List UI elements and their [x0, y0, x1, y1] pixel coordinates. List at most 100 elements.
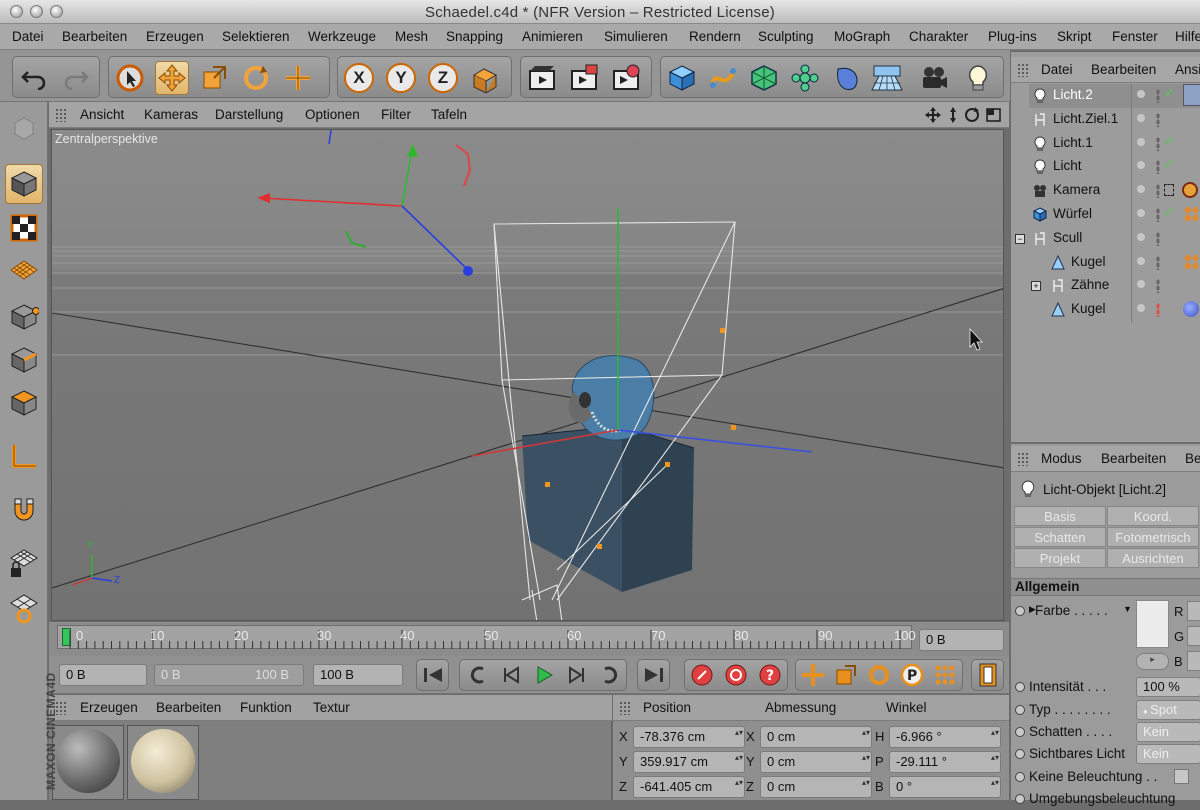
menu-werkzeuge[interactable]: Werkzeuge: [308, 29, 376, 44]
viewport-menu-darstellung[interactable]: Darstellung: [215, 107, 283, 122]
object-menu-datei[interactable]: Datei: [1041, 62, 1073, 77]
spline-button[interactable]: [706, 61, 740, 95]
move-last-tool-button[interactable]: [281, 61, 315, 95]
object-row-5[interactable]: Würfel ✓: [1011, 203, 1200, 227]
object-menu-bearbeiten[interactable]: Bearbeiten: [1091, 62, 1156, 77]
undo-button[interactable]: [17, 61, 51, 95]
live-selection-button[interactable]: [113, 61, 147, 95]
rotate-view-icon[interactable]: [965, 107, 979, 122]
render-settings-button[interactable]: [609, 61, 643, 95]
intensitaet-field[interactable]: 100 %: [1136, 677, 1200, 697]
cloner-button[interactable]: [788, 61, 822, 95]
record-key-button[interactable]: [687, 660, 717, 690]
angle-b-field[interactable]: 0 °: [889, 776, 1001, 798]
redo-button[interactable]: [59, 61, 93, 95]
next-key-button[interactable]: [595, 660, 625, 690]
prev-key-button[interactable]: [463, 660, 493, 690]
prev-frame-button[interactable]: [496, 660, 526, 690]
tab-ausrichten[interactable]: Ausrichten: [1107, 548, 1199, 568]
deformer-button[interactable]: [829, 61, 863, 95]
schatten-dropdown[interactable]: Kein: [1136, 722, 1200, 742]
protection-tag-icon[interactable]: [1182, 182, 1198, 199]
texture-mode-button[interactable]: [5, 208, 43, 248]
editor-render-dots-icon[interactable]: [1156, 89, 1160, 103]
object-row-3[interactable]: Licht ✓: [1011, 155, 1200, 179]
editor-render-dots-icon[interactable]: [1156, 184, 1160, 199]
tab-projekt[interactable]: Projekt: [1014, 548, 1106, 568]
menu-erzeugen[interactable]: Erzeugen: [146, 29, 204, 44]
editor-render-dots-icon[interactable]: [1156, 208, 1160, 222]
world-coords-button[interactable]: [468, 61, 502, 95]
menu-rendern[interactable]: Rendern: [689, 29, 741, 44]
color-swatch[interactable]: [1136, 600, 1169, 648]
visibility-dots[interactable]: [1137, 209, 1145, 217]
visibility-dots[interactable]: [1137, 232, 1145, 241]
z-axis-button[interactable]: Z: [426, 61, 460, 95]
object-row-2[interactable]: Licht.1 ✓: [1011, 132, 1200, 156]
tab-schatten[interactable]: Schatten: [1014, 527, 1106, 547]
point-mode-button[interactable]: [5, 297, 43, 337]
camera-target-icon[interactable]: [1164, 184, 1174, 197]
keine-checkbox[interactable]: [1174, 769, 1189, 784]
object-menu-ansicht[interactable]: Ansicht: [1175, 62, 1200, 77]
expand-toggle-icon[interactable]: +: [1031, 281, 1041, 292]
enabled-check-icon[interactable]: ✓: [1164, 156, 1175, 172]
enabled-check-icon[interactable]: ✓: [1164, 85, 1175, 101]
preview-range-slider[interactable]: 0 B 100 B: [154, 664, 304, 686]
timeline-ruler[interactable]: 0 10 20 30 40 50 60 70 80 90 100: [57, 625, 916, 649]
tab-fotometrisch[interactable]: Fotometrisch: [1107, 527, 1199, 547]
object-row-7[interactable]: Kugel: [1011, 251, 1200, 275]
menu-hilfe[interactable]: Hilfe: [1175, 29, 1200, 44]
sichtbares-anim-dot[interactable]: [1015, 749, 1025, 759]
workplane-mode-button[interactable]: [5, 250, 43, 290]
auto-key-button[interactable]: [721, 660, 751, 690]
schatten-anim-dot[interactable]: [1015, 727, 1025, 737]
object-grip[interactable]: [1017, 63, 1029, 77]
enabled-check-icon[interactable]: ✓: [1164, 204, 1175, 220]
snap-button[interactable]: [5, 490, 43, 530]
object-row-1[interactable]: Licht.Ziel.1: [1011, 108, 1200, 132]
farbe-anim-dot[interactable]: [1015, 606, 1025, 616]
y-axis-button[interactable]: Y: [384, 61, 418, 95]
attr-menu-bearbeiten[interactable]: Bearbeiten: [1101, 451, 1166, 466]
visibility-dots[interactable]: [1137, 304, 1145, 313]
key-position-button[interactable]: [798, 660, 828, 690]
color-g-field[interactable]: [1187, 626, 1200, 646]
tab-basis[interactable]: Basis: [1014, 506, 1106, 526]
goto-start-button[interactable]: [418, 660, 448, 690]
key-scale-button[interactable]: [831, 660, 861, 690]
menu-selektieren[interactable]: Selektieren: [222, 29, 290, 44]
editor-render-dots-icon[interactable]: [1156, 231, 1160, 246]
keine-anim-dot[interactable]: [1015, 772, 1025, 782]
viewport-menu-filter[interactable]: Filter: [381, 107, 411, 122]
size-z-field[interactable]: 0 cm: [760, 776, 872, 798]
visibility-dots[interactable]: [1137, 161, 1145, 170]
menu-sculpting[interactable]: Sculpting: [758, 29, 814, 44]
menu-animieren[interactable]: Animieren: [522, 29, 583, 44]
menu-charakter[interactable]: Charakter: [909, 29, 968, 44]
visibility-dots[interactable]: [1137, 280, 1145, 289]
viewport-menu-tafeln[interactable]: Tafeln: [431, 107, 467, 122]
move-tool-button[interactable]: [155, 61, 189, 95]
axis-mode-button[interactable]: [5, 436, 43, 476]
object-row-9[interactable]: Kugel: [1011, 298, 1200, 322]
menu-snapping[interactable]: Snapping: [446, 29, 503, 44]
render-view-button[interactable]: [525, 61, 559, 95]
coordinate-grip[interactable]: [619, 701, 631, 715]
farbe-dropdown-icon[interactable]: ▼: [1123, 604, 1132, 614]
size-x-field[interactable]: 0 cm: [760, 726, 872, 748]
editor-render-dots-icon[interactable]: [1156, 136, 1160, 151]
editor-render-dots-icon[interactable]: [1156, 255, 1160, 270]
zoom-view-icon[interactable]: [950, 107, 956, 123]
next-frame-button[interactable]: [562, 660, 592, 690]
attr-menu-modus[interactable]: Modus: [1041, 451, 1082, 466]
angle-h-field[interactable]: -6.966 °: [889, 726, 1001, 748]
material-menu-textur[interactable]: Textur: [313, 700, 350, 715]
keyframe-selection-button[interactable]: ?: [755, 660, 785, 690]
edge-mode-button[interactable]: [5, 340, 43, 380]
3d-viewport[interactable]: Zentralperspektive Y Z: [51, 129, 1004, 621]
typ-anim-dot[interactable]: [1015, 705, 1025, 715]
viewport-grip[interactable]: [55, 108, 67, 122]
x-axis-button[interactable]: X: [342, 61, 376, 95]
material-swatch-2[interactable]: [127, 725, 199, 800]
